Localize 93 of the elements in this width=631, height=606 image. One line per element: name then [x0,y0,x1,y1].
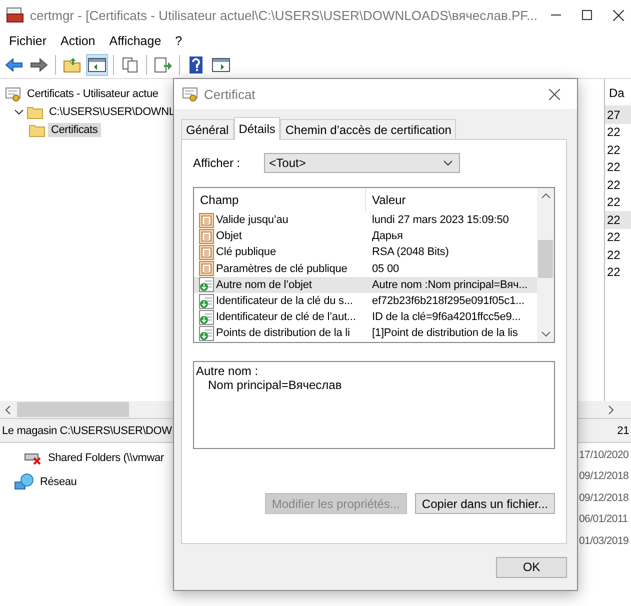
download-document-icon [199,310,214,325]
table-cell-text: 22 [606,246,622,264]
field-value: Autre nom :Nom principal=Вяч... [371,278,528,291]
field-name: Autre nom de l’objet [216,278,312,291]
menu-item[interactable]: Fichier [2,34,54,48]
ok-button[interactable]: OK [496,556,567,578]
table-cell-text: 22 [606,159,622,176]
field-name: Identificateur de clé de l’aut... [216,311,356,324]
folder-icon [27,105,43,119]
table-cell-text: 22 [606,229,622,246]
field-name: Objet [216,230,242,242]
list-item[interactable]: Shared Folders (\\vmwar [48,452,164,464]
column-header[interactable]: Champ [194,188,366,212]
help-icon [189,56,203,74]
certificate-store-icon [5,86,21,102]
field-value: ID de la clé=9f6a4201ffcc5e9... [371,311,522,324]
show-dropdown[interactable]: <Tout> [264,153,460,173]
field-value: lundi 27 mars 2023 15:09:50 [371,214,510,226]
field-name: Identificateur de la clé du s... [216,295,353,308]
show-label: Afficher : [193,156,240,170]
dialog-title: Certificat [204,86,256,102]
status-text: 21 [617,424,629,436]
download-document-icon [199,277,214,292]
table-cell: 27 [605,106,631,124]
list-row[interactable]: Autre nom de l’objet Autre nom :Nom principal=Вяч... [194,276,537,293]
panel-icon [88,58,106,72]
detail-value: Nom principal=Вячеслав [207,378,343,392]
list-row[interactable]: Clé publique RSA (2048 Bits) [194,244,537,261]
table-cell-text: 22 [606,124,622,141]
disconnected-drive-icon [24,451,42,465]
status-text: Le magasin C:\USERS\USER\DOW [2,424,172,436]
panel-icon [212,58,230,72]
list-row[interactable]: Identificateur de la clé du s... ef72b23f6b218f295e091f05c1... [194,292,537,310]
field-name: Valide jusqu’au [216,214,288,226]
document-icon [199,228,214,244]
document-icon [199,212,214,228]
chevron-down-icon[interactable] [14,107,24,117]
list-row[interactable]: Paramètres de clé publique 05 00 [194,260,537,277]
list-row[interactable]: Valide jusqu’au lundi 27 mars 2023 15:09:50 [194,212,537,228]
date-cell-text: 06/01/2011 [579,512,629,528]
right-arrow-icon [30,58,48,72]
download-document-icon [199,294,214,309]
maximize-icon[interactable] [582,10,592,20]
menu-item[interactable]: Action [54,34,102,48]
menu-item[interactable]: Affichage [102,34,168,48]
list-row[interactable]: Identificateur de clé de l’aut... ID de la clé=9f6a4201ffcc5e9... [194,309,537,326]
detail-heading: Autre nom : [196,364,260,378]
date-cell-text: 17/10/2020 [579,448,630,463]
certificate-icon [182,86,198,102]
table-cell-text: 22 [606,264,622,281]
field-value: RSA (2048 Bits) [371,246,450,258]
date-cell-text: 01/03/2019 [579,534,630,549]
date-cell-text: 09/12/2018 [579,490,630,506]
list-item[interactable]: Réseau [40,476,77,488]
tab[interactable]: Détails [234,117,280,140]
close-icon[interactable] [612,10,624,20]
list-row[interactable]: Points de distribution de la li [1]Point de distribution de la lis [194,325,537,342]
field-name: Points de distribution de la li [216,327,350,340]
pages-icon [122,57,138,73]
document-icon [199,261,214,276]
tree-item[interactable]: Certificats - Utilisateur actue [24,87,162,101]
export-list-icon [154,57,172,73]
tab[interactable]: Général [181,119,234,140]
field-value: 05 00 [371,262,400,275]
list-row[interactable]: Objet Дарья [194,228,537,244]
close-icon[interactable] [548,88,560,100]
table-cell-text: 22 [606,194,622,211]
field-value: ef72b23f6b218f295e091f05c1... [371,295,526,308]
field-name: Clé publique [216,246,276,258]
field-value: [1]Point de distribution de la lis [371,327,519,340]
column-header[interactable]: Valeur [366,188,537,212]
left-arrow-icon [5,58,23,72]
tree-item[interactable]: Certificats [48,123,101,137]
field-name: Paramètres de clé publique [216,262,348,275]
chevron-down-icon [443,160,454,166]
network-globe-icon [14,473,34,491]
tab[interactable]: Chemin d’accès de certification [280,119,456,140]
table-cell-text: 22 [606,142,622,158]
folder-up-icon [63,57,81,73]
scrollbar-thumb[interactable] [538,240,553,278]
date-cell-text: 09/12/2018 [579,469,630,484]
toolbox-icon [6,7,24,23]
menu-item[interactable]: ? [168,34,190,48]
tree-toggle-button[interactable] [86,54,108,76]
document-icon [199,244,214,260]
dialog-button[interactable]: Copier dans un fichier... [414,493,555,514]
table-cell-text: 22 [606,176,622,194]
vertical-scrollbar[interactable] [537,188,554,342]
window-title: certmgr - [Certificats - Utilisateur actuel\C:\USERS\USER\DOWNLOADS\вячеслав.PF... [30,8,538,22]
table-cell: 22 [605,211,631,228]
scrollbar-thumb[interactable] [17,402,129,417]
field-value: Дарья [371,230,404,242]
folder-icon [29,123,45,137]
